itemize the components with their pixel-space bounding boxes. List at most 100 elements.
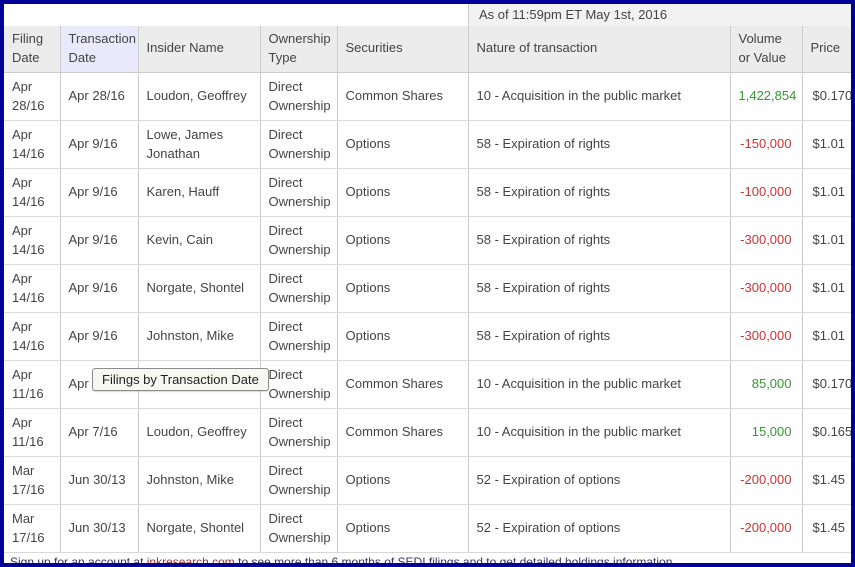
cell-filing-date: Apr 14/16 — [4, 312, 60, 360]
column-header-insider-name[interactable]: Insider Name — [138, 26, 260, 72]
cell-insider-name: Karen, Hauff — [138, 168, 260, 216]
cell-ownership-type: Direct Ownership — [260, 504, 337, 552]
column-header-filing-date[interactable]: Filing Date — [4, 26, 60, 72]
cell-securities: Options — [337, 216, 468, 264]
cell-nature-of-transaction: 58 - Expiration of rights — [468, 264, 730, 312]
cell-price: $0.170 — [802, 360, 851, 408]
cell-price: $1.01 — [802, 120, 851, 168]
cell-insider-name: Norgate, Shontel — [138, 504, 260, 552]
cell-filing-date: Apr 28/16 — [4, 72, 60, 120]
table-body: Apr 28/16 Apr 28/16 Loudon, Geoffrey Dir… — [4, 72, 851, 552]
cell-transaction-date: Apr 9/16 — [60, 264, 138, 312]
cell-volume-or-value: 1,422,854 — [730, 72, 802, 120]
cell-volume-or-value: 85,000 — [730, 360, 802, 408]
cell-transaction-date: Apr 28/16 — [60, 72, 138, 120]
asof-spacer — [4, 4, 468, 26]
table-row: Apr 14/16 Apr 9/16 Johnston, Mike Direct… — [4, 312, 851, 360]
cell-volume-or-value: -300,000 — [730, 264, 802, 312]
cell-nature-of-transaction: 58 - Expiration of rights — [468, 216, 730, 264]
cell-price: $1.45 — [802, 504, 851, 552]
column-header-price[interactable]: Price — [802, 26, 851, 72]
cell-ownership-type: Direct Ownership — [260, 312, 337, 360]
cell-filing-date: Apr 14/16 — [4, 120, 60, 168]
cell-nature-of-transaction: 58 - Expiration of rights — [468, 312, 730, 360]
cell-transaction-date: Apr 9/16 — [60, 168, 138, 216]
cell-transaction-date: Apr 9/16 — [60, 216, 138, 264]
cell-ownership-type: Direct Ownership — [260, 408, 337, 456]
table-row: Apr 14/16 Apr 9/16 Kevin, Cain Direct Ow… — [4, 216, 851, 264]
cell-filing-date: Apr 14/16 — [4, 168, 60, 216]
cell-nature-of-transaction: 52 - Expiration of options — [468, 456, 730, 504]
cell-ownership-type: Direct Ownership — [260, 120, 337, 168]
table-row: Apr 14/16 Apr 9/16 Karen, Hauff Direct O… — [4, 168, 851, 216]
table-header: Filing Date Transaction Date Insider Nam… — [4, 26, 851, 72]
cell-securities: Options — [337, 120, 468, 168]
table-row: Apr 28/16 Apr 28/16 Loudon, Geoffrey Dir… — [4, 72, 851, 120]
filings-table: Filing Date Transaction Date Insider Nam… — [4, 26, 851, 553]
cell-ownership-type: Direct Ownership — [260, 72, 337, 120]
signup-link[interactable]: inkresearch.com — [147, 555, 235, 567]
column-header-volume-or-value[interactable]: Volume or Value — [730, 26, 802, 72]
cell-ownership-type: Direct Ownership — [260, 216, 337, 264]
table-row: Mar 17/16 Jun 30/13 Norgate, Shontel Dir… — [4, 504, 851, 552]
cell-volume-or-value: -100,000 — [730, 168, 802, 216]
table-row: Mar 17/16 Jun 30/13 Johnston, Mike Direc… — [4, 456, 851, 504]
cell-filing-date: Apr 14/16 — [4, 216, 60, 264]
cell-volume-or-value: 15,000 — [730, 408, 802, 456]
cell-securities: Options — [337, 264, 468, 312]
column-header-ownership-type[interactable]: Ownership Type — [260, 26, 337, 72]
cell-insider-name: Johnston, Mike — [138, 312, 260, 360]
asof-timestamp: As of 11:59pm ET May 1st, 2016 — [468, 4, 851, 26]
cell-transaction-date: Jun 30/13 — [60, 504, 138, 552]
cell-transaction-date: Apr 9/16 — [60, 120, 138, 168]
cell-price: $1.01 — [802, 312, 851, 360]
cell-volume-or-value: -300,000 — [730, 312, 802, 360]
cell-insider-name: Kevin, Cain — [138, 216, 260, 264]
cell-nature-of-transaction: 58 - Expiration of rights — [468, 168, 730, 216]
cell-securities: Options — [337, 456, 468, 504]
cell-securities: Common Shares — [337, 360, 468, 408]
cell-securities: Common Shares — [337, 408, 468, 456]
cell-transaction-date: Apr 7/16 — [60, 408, 138, 456]
cell-filing-date: Mar 17/16 — [4, 504, 60, 552]
signup-note: Sign up for an account at inkresearch.co… — [4, 553, 851, 567]
cell-ownership-type: Direct Ownership — [260, 360, 337, 408]
cell-price: $1.01 — [802, 216, 851, 264]
cell-insider-name: Lowe, James Jonathan — [138, 120, 260, 168]
cell-volume-or-value: -150,000 — [730, 120, 802, 168]
cell-filing-date: Apr 11/16 — [4, 360, 60, 408]
cell-securities: Options — [337, 504, 468, 552]
cell-insider-name: Johnston, Mike — [138, 456, 260, 504]
cell-nature-of-transaction: 58 - Expiration of rights — [468, 120, 730, 168]
table-row: Apr 11/16 Apr 7/16 Loudon, Geoffrey Dire… — [4, 408, 851, 456]
cell-nature-of-transaction: 10 - Acquisition in the public market — [468, 408, 730, 456]
cell-price: $1.45 — [802, 456, 851, 504]
cell-ownership-type: Direct Ownership — [260, 264, 337, 312]
cell-volume-or-value: -200,000 — [730, 504, 802, 552]
cell-price: $0.170 — [802, 72, 851, 120]
cell-filing-date: Apr 14/16 — [4, 264, 60, 312]
cell-price: $0.165 — [802, 408, 851, 456]
cell-transaction-date: Jun 30/13 — [60, 456, 138, 504]
table-row: Apr 14/16 Apr 9/16 Norgate, Shontel Dire… — [4, 264, 851, 312]
column-header-transaction-date[interactable]: Transaction Date — [60, 26, 138, 72]
column-header-nature-of-transaction[interactable]: Nature of transaction — [468, 26, 730, 72]
header-row: Filing Date Transaction Date Insider Nam… — [4, 26, 851, 72]
cell-price: $1.01 — [802, 168, 851, 216]
cell-filing-date: Mar 17/16 — [4, 456, 60, 504]
cell-nature-of-transaction: 10 - Acquisition in the public market — [468, 72, 730, 120]
cell-filing-date: Apr 11/16 — [4, 408, 60, 456]
filings-table-window: As of 11:59pm ET May 1st, 2016 Filing Da… — [0, 0, 855, 567]
column-header-securities[interactable]: Securities — [337, 26, 468, 72]
asof-bar: As of 11:59pm ET May 1st, 2016 — [4, 4, 851, 26]
cell-ownership-type: Direct Ownership — [260, 168, 337, 216]
signup-note-prefix: Sign up for an account at — [10, 555, 147, 567]
cell-nature-of-transaction: 52 - Expiration of options — [468, 504, 730, 552]
cell-securities: Common Shares — [337, 72, 468, 120]
cell-price: $1.01 — [802, 264, 851, 312]
cell-insider-name: Loudon, Geoffrey — [138, 408, 260, 456]
cell-insider-name: Norgate, Shontel — [138, 264, 260, 312]
cell-ownership-type: Direct Ownership — [260, 456, 337, 504]
tooltip-filings-by-transaction-date: Filings by Transaction Date — [92, 368, 269, 391]
cell-volume-or-value: -200,000 — [730, 456, 802, 504]
